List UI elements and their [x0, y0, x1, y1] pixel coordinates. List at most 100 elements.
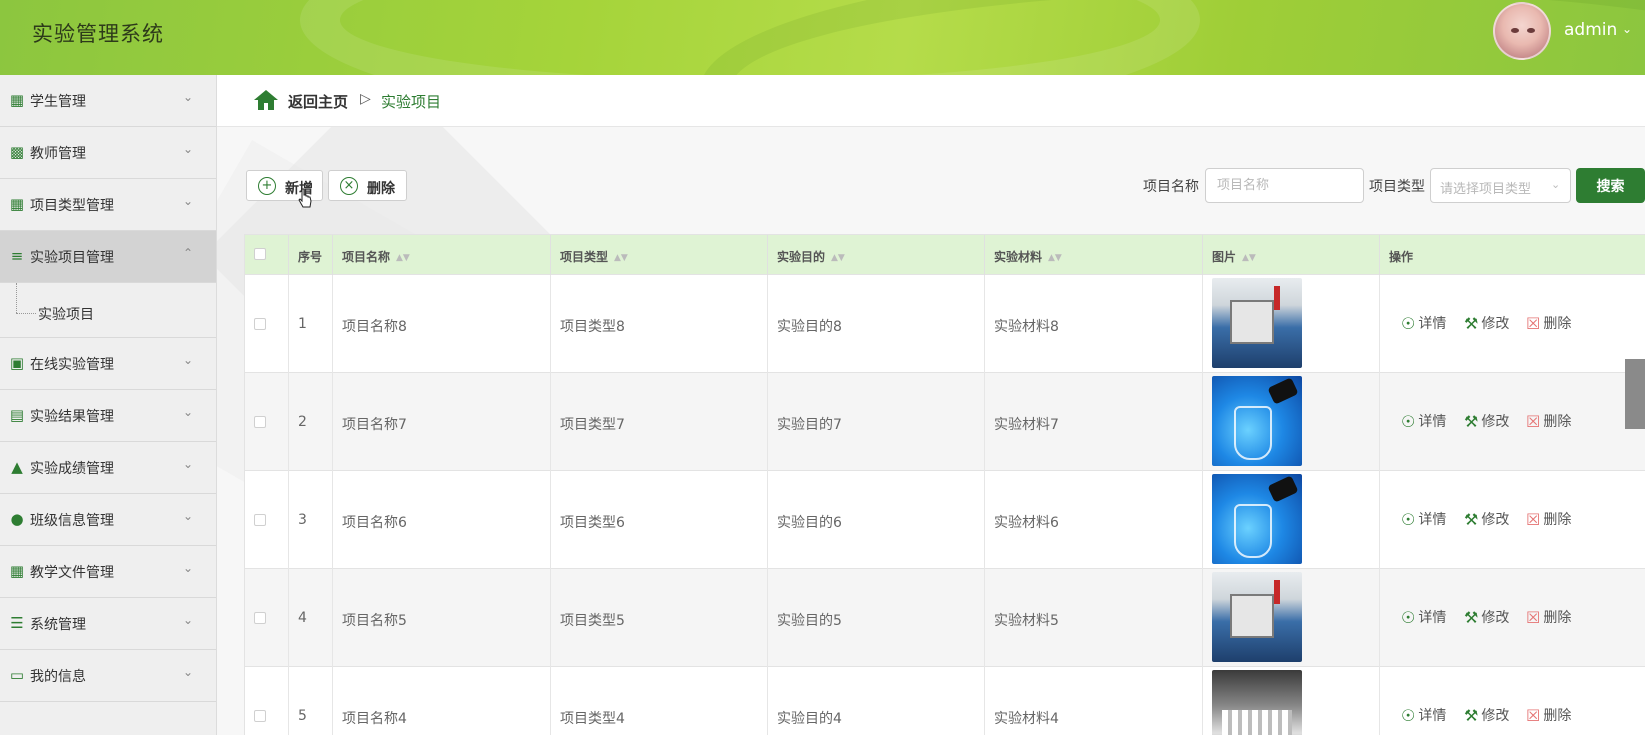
row-checkbox[interactable]	[254, 514, 266, 526]
breadcrumb: 返回主页 ▷ 实验项目	[217, 75, 1645, 127]
close-circle-icon: ×	[340, 177, 358, 195]
row-checkbox[interactable]	[254, 318, 266, 330]
cell-index: 2	[289, 373, 333, 471]
delete-row-button[interactable]: ☒ 删除	[1526, 313, 1571, 333]
header-material-label: 实验材料	[994, 250, 1043, 264]
project-image[interactable]	[1212, 278, 1302, 368]
detail-icon: ☉	[1401, 313, 1416, 333]
sidebar-item-online-experiment[interactable]: ▣ 在线实验管理 ⌄	[0, 338, 216, 390]
project-type-select[interactable]: 请选择项目类型 ⌄	[1430, 168, 1571, 203]
sidebar-item-teacher[interactable]: ▩ 教师管理 ⌄	[0, 127, 216, 179]
list-icon: ☰	[10, 614, 24, 632]
row-checkbox[interactable]	[254, 612, 266, 624]
project-image[interactable]	[1212, 376, 1302, 466]
header-index: 序号	[289, 235, 333, 275]
edit-button[interactable]: ⚒ 修改	[1464, 313, 1509, 333]
sort-icon[interactable]: ▲▼	[831, 253, 845, 263]
edit-button-label: 修改	[1481, 316, 1510, 332]
cell-index: 5	[289, 667, 333, 735]
sidebar-item-label: 班级信息管理	[30, 513, 114, 529]
header-purpose[interactable]: 实验目的 ▲▼	[768, 235, 985, 275]
trash-icon: ☒	[1526, 313, 1541, 333]
project-image[interactable]	[1212, 572, 1302, 662]
delete-row-button[interactable]: ☒ 删除	[1526, 705, 1571, 725]
chevron-down-icon: ⌄	[183, 457, 194, 471]
delete-row-button-label: 删除	[1543, 316, 1572, 332]
edit-icon: ⚒	[1464, 705, 1479, 725]
sidebar-item-experiment-result[interactable]: ▤ 实验结果管理 ⌄	[0, 390, 216, 442]
chevron-down-icon: ⌄	[183, 90, 194, 104]
sort-icon[interactable]: ▲▼	[1242, 253, 1256, 263]
detail-button[interactable]: ☉ 详情	[1401, 411, 1446, 431]
header-material[interactable]: 实验材料 ▲▼	[985, 235, 1203, 275]
row-checkbox[interactable]	[254, 710, 266, 722]
avatar-eye	[1511, 28, 1519, 33]
detail-icon: ☉	[1401, 509, 1416, 529]
sort-icon[interactable]: ▲▼	[396, 253, 410, 263]
sort-icon[interactable]: ▲▼	[614, 253, 628, 263]
cell-image	[1203, 471, 1380, 569]
sidebar-item-label: 教学文件管理	[30, 565, 114, 581]
header-actions: 操作	[1389, 250, 1414, 264]
edit-button[interactable]: ⚒ 修改	[1464, 607, 1509, 627]
breadcrumb-home-link[interactable]: 返回主页	[288, 91, 348, 112]
edit-icon: ⚒	[1464, 411, 1479, 431]
cell-type: 项目类型8	[551, 275, 768, 373]
card-icon: ▭	[9, 666, 25, 684]
cell-type: 项目类型5	[551, 569, 768, 667]
edit-button[interactable]: ⚒ 修改	[1464, 509, 1509, 529]
row-checkbox[interactable]	[254, 416, 266, 428]
edit-icon: ⚒	[1464, 313, 1479, 333]
search-name-input[interactable]	[1205, 168, 1364, 203]
detail-button-label: 详情	[1418, 512, 1447, 528]
sidebar-item-system[interactable]: ☰ 系统管理 ⌄	[0, 598, 216, 650]
edit-button[interactable]: ⚒ 修改	[1464, 411, 1509, 431]
detail-button[interactable]: ☉ 详情	[1401, 705, 1446, 725]
table-row: 1 项目名称8 项目类型8 实验目的8 实验材料8 ☉ 详情 ⚒ 修改 ☒ 删除	[245, 275, 1645, 373]
search-button[interactable]: 搜索	[1576, 168, 1645, 203]
project-image[interactable]	[1212, 670, 1302, 735]
detail-button[interactable]: ☉ 详情	[1401, 313, 1446, 333]
sidebar-item-experiment-score[interactable]: ▲ 实验成绩管理 ⌄	[0, 442, 216, 494]
detail-button[interactable]: ☉ 详情	[1401, 509, 1446, 529]
book-icon: ▤	[9, 406, 25, 424]
sliders-icon: ≡	[10, 247, 24, 265]
project-image[interactable]	[1212, 474, 1302, 564]
edit-button-label: 修改	[1481, 708, 1510, 724]
cell-purpose: 实验目的4	[768, 667, 985, 735]
select-all-checkbox[interactable]	[254, 248, 266, 260]
chevron-down-icon: ⌄	[183, 405, 194, 419]
edit-button[interactable]: ⚒ 修改	[1464, 705, 1509, 725]
home-icon[interactable]	[253, 89, 279, 111]
header-name[interactable]: 项目名称 ▲▼	[333, 235, 551, 275]
sidebar-item-my-info[interactable]: ▭ 我的信息 ⌄	[0, 650, 216, 702]
sidebar-item-teaching-files[interactable]: ▦ 教学文件管理 ⌄	[0, 546, 216, 598]
sidebar-item-experiment-project[interactable]: ≡ 实验项目管理 ⌃	[0, 231, 216, 283]
chevron-down-icon: ⌄	[183, 194, 194, 208]
delete-button[interactable]: × 删除	[328, 170, 407, 201]
cell-material: 实验材料4	[985, 667, 1203, 735]
cell-actions: ☉ 详情 ⚒ 修改 ☒ 删除	[1380, 275, 1645, 373]
delete-row-button[interactable]: ☒ 删除	[1526, 411, 1571, 431]
chevron-down-icon[interactable]: ⌄	[1622, 22, 1632, 36]
header-image[interactable]: 图片 ▲▼	[1203, 235, 1380, 275]
delete-row-button[interactable]: ☒ 删除	[1526, 607, 1571, 627]
sidebar-item-class-info[interactable]: ● 班级信息管理 ⌄	[0, 494, 216, 546]
detail-button[interactable]: ☉ 详情	[1401, 607, 1446, 627]
sidebar-item-student[interactable]: ▦ 学生管理 ⌄	[0, 75, 216, 127]
scrollbar[interactable]	[1625, 359, 1645, 429]
avatar[interactable]	[1493, 2, 1551, 60]
sort-icon[interactable]: ▲▼	[1048, 253, 1062, 263]
sidebar-subitem-experiment-project[interactable]: 实验项目	[0, 283, 216, 338]
username[interactable]: admin	[1564, 20, 1617, 40]
header-type[interactable]: 项目类型 ▲▼	[551, 235, 768, 275]
breadcrumb-separator: ▷	[360, 91, 371, 107]
cell-type: 项目类型6	[551, 471, 768, 569]
cell-index: 3	[289, 471, 333, 569]
apps-icon: ▦	[9, 562, 25, 580]
tree-line	[16, 283, 17, 313]
sidebar-subitem-label: 实验项目	[38, 307, 94, 323]
sidebar-item-project-type[interactable]: ▦ 项目类型管理 ⌄	[0, 179, 216, 231]
delete-row-button[interactable]: ☒ 删除	[1526, 509, 1571, 529]
detail-icon: ☉	[1401, 411, 1416, 431]
